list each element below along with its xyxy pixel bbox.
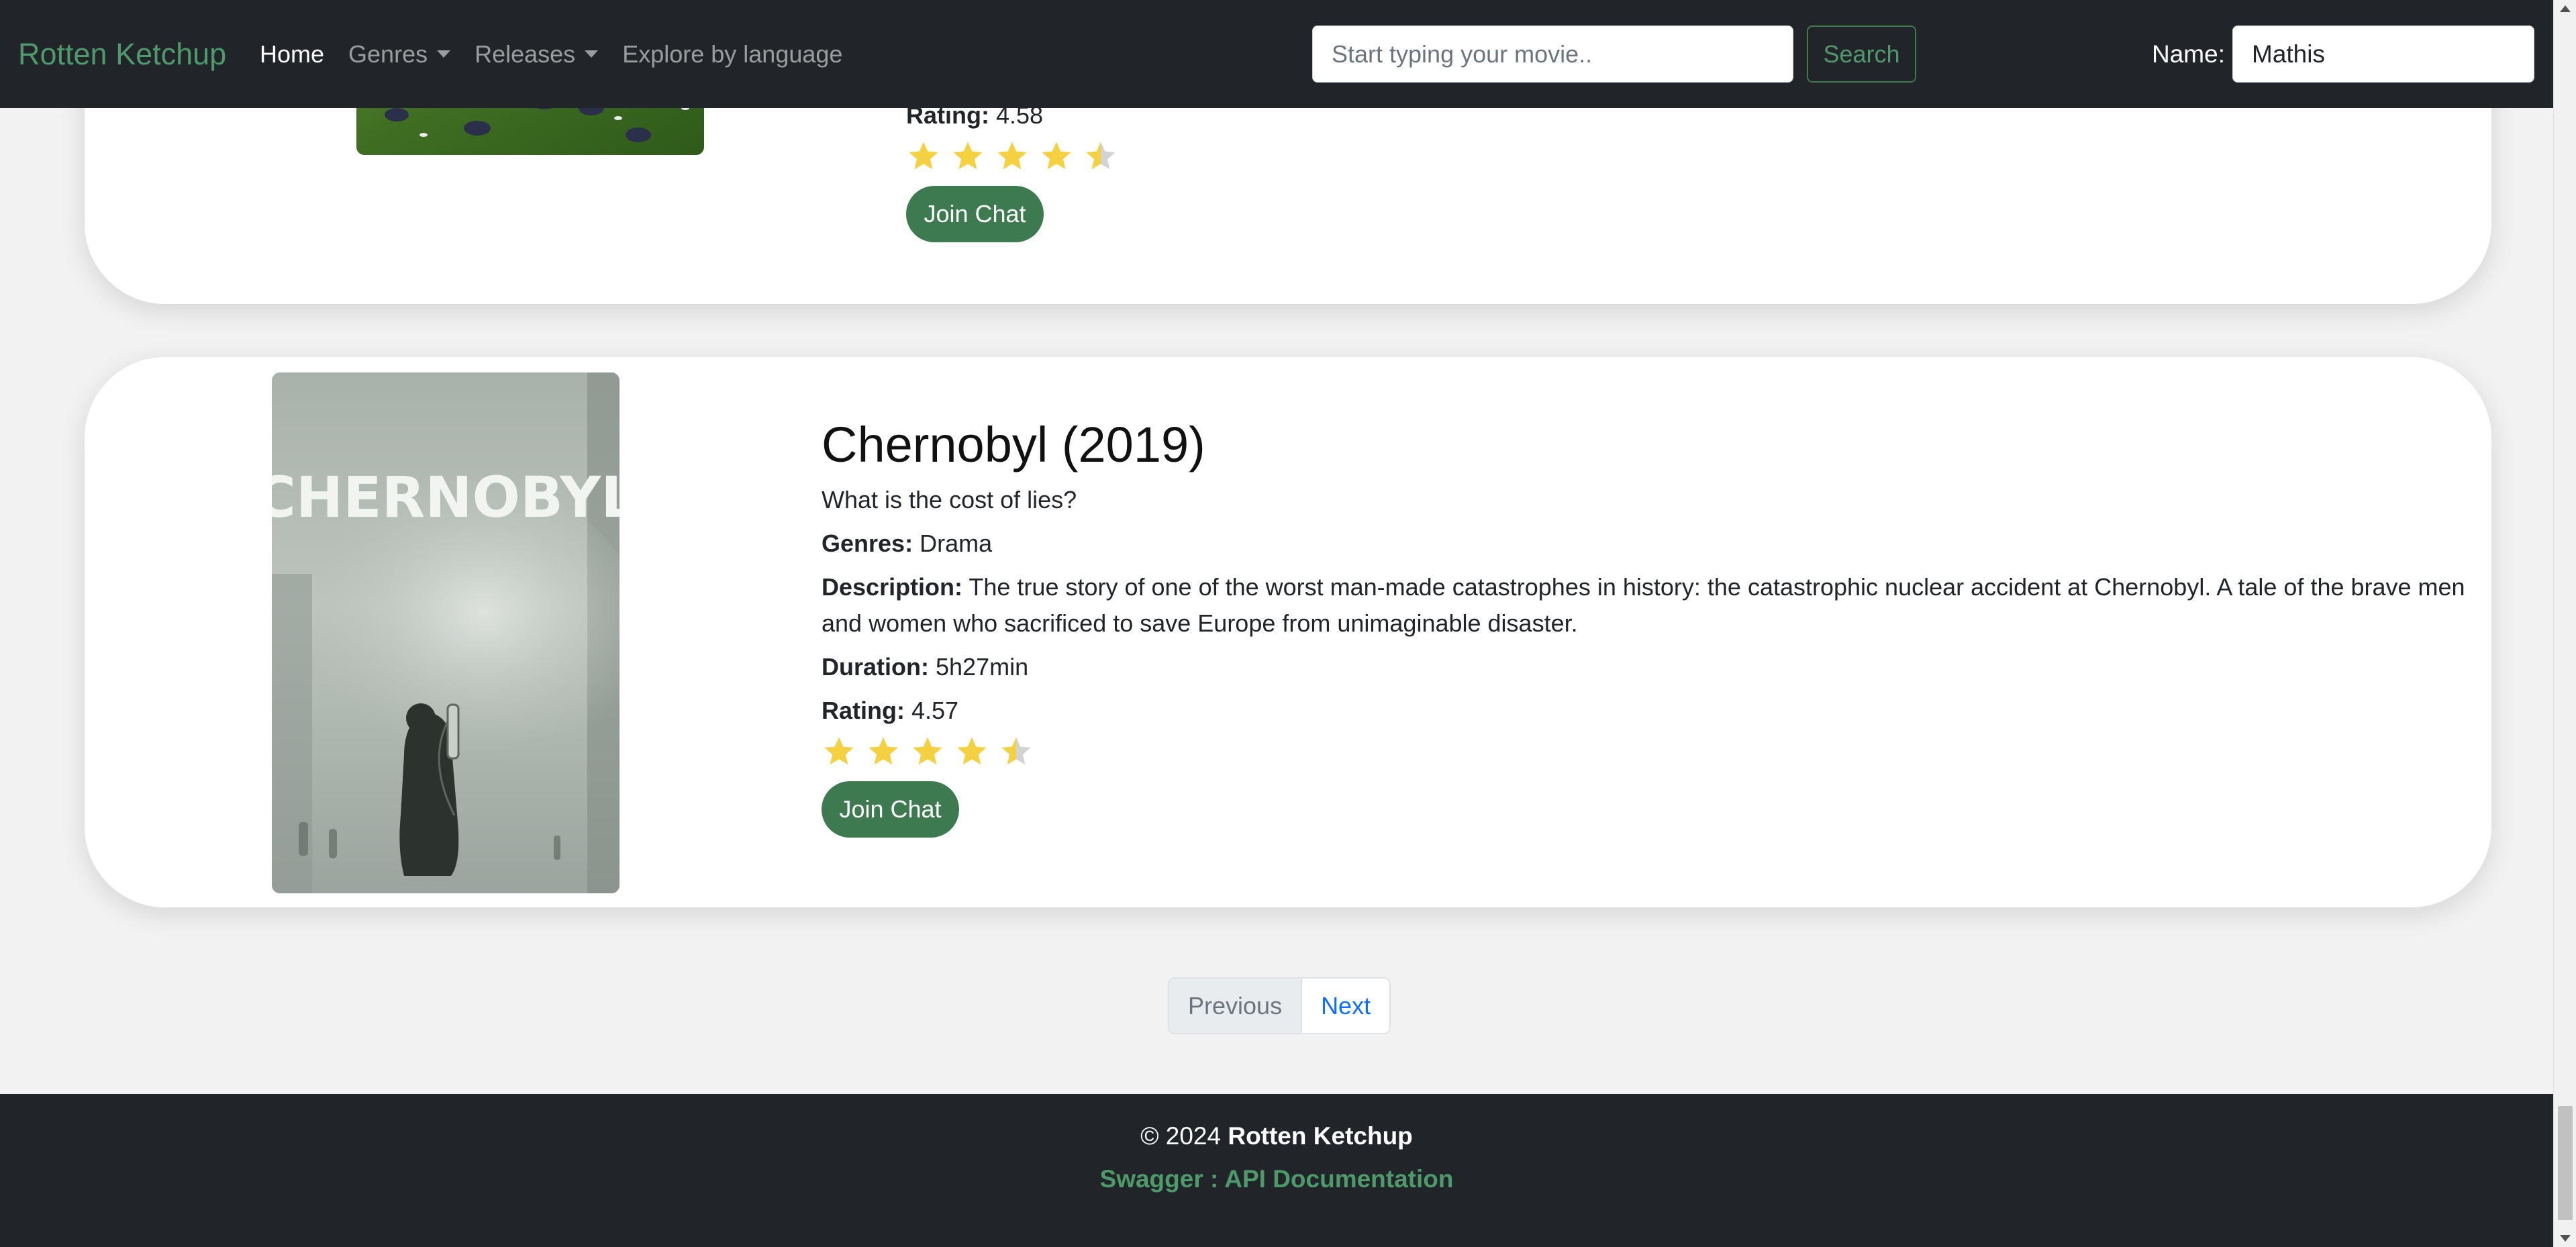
nav-genres-dropdown[interactable]: Genres xyxy=(348,40,451,68)
star-full-icon xyxy=(822,734,856,769)
star-full-icon xyxy=(995,139,1030,174)
rating-label: Rating: xyxy=(822,697,905,724)
poster-image: CHERNOBYL xyxy=(272,372,620,893)
description-row: Description: The true story of one of th… xyxy=(822,569,2466,642)
rating-row: Rating: 4.57 xyxy=(822,693,2466,729)
duration-value: 5h27min xyxy=(936,653,1029,681)
join-chat-button[interactable]: Join Chat xyxy=(822,781,959,838)
genres-value: Drama xyxy=(920,530,993,557)
nav-releases-label: Releases xyxy=(475,40,576,68)
description-value: The true story of one of the worst man-m… xyxy=(822,573,2465,637)
genres-row: Genres: Drama xyxy=(822,526,2466,562)
nav-home[interactable]: Home xyxy=(260,40,324,68)
name-input[interactable] xyxy=(2232,26,2534,83)
movie-poster[interactable]: CHERNOBYL xyxy=(272,372,620,893)
scroll-down-icon[interactable] xyxy=(2560,1235,2571,1242)
previous-page-button[interactable]: Previous xyxy=(1169,979,1303,1033)
poster-title-text: CHERNOBYL xyxy=(272,464,620,530)
rating-value: 4.57 xyxy=(911,697,959,724)
duration-row: Duration: 5h27min xyxy=(822,649,2466,685)
pagination: Previous Next xyxy=(1168,977,1391,1034)
nav-explore-language[interactable]: Explore by language xyxy=(622,40,842,68)
nav-links: Home Genres Releases Explore by language xyxy=(260,40,866,68)
scroll-thumb[interactable] xyxy=(2558,1106,2573,1220)
copyright-year: © 2024 xyxy=(1140,1122,1222,1150)
nav-releases-dropdown[interactable]: Releases xyxy=(475,40,599,68)
name-label: Name: xyxy=(2152,40,2225,68)
chevron-down-icon xyxy=(585,50,599,58)
search-input[interactable] xyxy=(1312,26,1793,83)
star-full-icon xyxy=(906,139,941,174)
star-full-icon xyxy=(866,734,901,769)
duration-label: Duration: xyxy=(822,653,929,681)
star-full-icon xyxy=(910,734,945,769)
star-half-icon xyxy=(1083,139,1118,174)
movie-info: Rating: 4.58 Join Chat xyxy=(906,97,2465,242)
join-chat-button[interactable]: Join Chat xyxy=(906,186,1044,242)
movie-title: Chernobyl (2019) xyxy=(822,417,1205,472)
navbar: Rotten Ketchup Home Genres Releases Expl… xyxy=(0,0,2553,108)
star-half-icon xyxy=(999,734,1034,769)
star-full-icon xyxy=(950,139,985,174)
api-documentation-link[interactable]: Swagger : API Documentation xyxy=(0,1165,2553,1193)
chevron-down-icon xyxy=(437,50,451,58)
star-rating xyxy=(822,734,2466,769)
next-page-button[interactable]: Next xyxy=(1302,979,1390,1033)
description-label: Description: xyxy=(822,573,963,601)
genres-label: Genres: xyxy=(822,530,913,557)
nav-explore-label: Explore by language xyxy=(622,40,843,68)
star-rating xyxy=(906,139,2465,174)
nav-home-label: Home xyxy=(260,40,325,68)
star-full-icon xyxy=(1039,139,1074,174)
copyright: © 2024 Rotten Ketchup xyxy=(0,1122,2553,1150)
footer-brand: Rotten Ketchup xyxy=(1228,1122,1413,1150)
scroll-up-icon[interactable] xyxy=(2560,5,2571,12)
scrollbar[interactable] xyxy=(2553,0,2576,1247)
movie-info: Chernobyl (2019) What is the cost of lie… xyxy=(822,415,2466,838)
footer: © 2024 Rotten Ketchup Swagger : API Docu… xyxy=(0,1094,2553,1247)
star-full-icon xyxy=(954,734,989,769)
movie-tagline: What is the cost of lies? xyxy=(822,486,1077,513)
brand-logo[interactable]: Rotten Ketchup xyxy=(18,37,226,72)
search-button[interactable]: Search xyxy=(1807,26,1916,83)
nav-genres-label: Genres xyxy=(348,40,428,68)
